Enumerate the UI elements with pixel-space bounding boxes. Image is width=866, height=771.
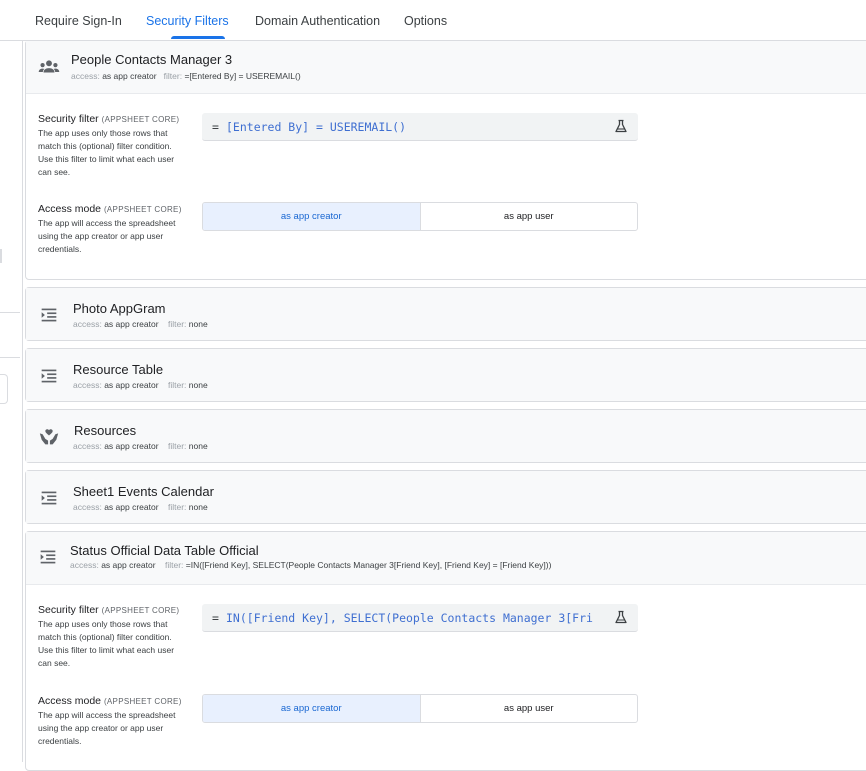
security-filter-label: Security filter (APPSHEET CORE) bbox=[38, 113, 180, 125]
table-panel-people-contacts-manager-3: People Contacts Manager 3 access: as app… bbox=[25, 40, 866, 280]
table-panel-header: Resource Table access: as app creator fi… bbox=[26, 349, 866, 401]
access-value: as app creator bbox=[104, 441, 159, 451]
access-mode-description: The app will access the spreadsheet usin… bbox=[38, 710, 176, 746]
access-key: access: bbox=[73, 380, 102, 390]
security-filter-description: The app uses only those rows that match … bbox=[38, 128, 175, 177]
formula-prefix: = bbox=[212, 120, 219, 134]
security-filter-label: Security filter (APPSHEET CORE) bbox=[38, 604, 180, 616]
as-app-user-option[interactable]: as app user bbox=[421, 203, 638, 230]
security-filter-description: The app uses only those rows that match … bbox=[38, 619, 175, 668]
filter-value: =IN([Friend Key], SELECT(People Contacts… bbox=[185, 560, 552, 570]
table-title: Status Official Data Table Official bbox=[70, 543, 259, 558]
as-app-creator-option[interactable]: as app creator bbox=[203, 203, 421, 230]
left-rail-edge bbox=[0, 249, 2, 263]
table-meta: access: as app creator filter: none bbox=[73, 441, 208, 451]
filter-value: =[Entered By] = USEREMAIL() bbox=[184, 71, 301, 81]
filter-key: filter: bbox=[168, 380, 187, 390]
formula-expression: IN([Friend Key], SELECT(People Contacts … bbox=[226, 611, 593, 625]
formula-expression: [Entered By] = USEREMAIL() bbox=[226, 120, 407, 134]
table-panel-resource-table[interactable]: Resource Table access: as app creator fi… bbox=[25, 348, 866, 402]
table-panel-photo-appgram[interactable]: Photo AppGram access: as app creator fil… bbox=[25, 287, 866, 341]
tab-security-filters[interactable]: Security Filters bbox=[146, 14, 229, 28]
table-panel-header: Photo AppGram access: as app creator fil… bbox=[26, 288, 866, 340]
access-key: access: bbox=[73, 441, 102, 451]
left-rail-collapsed-control[interactable] bbox=[0, 374, 8, 404]
tab-domain-authentication[interactable]: Domain Authentication bbox=[255, 14, 380, 28]
access-value: as app creator bbox=[102, 71, 157, 81]
tab-bar: Require Sign-In Security Filters Domain … bbox=[0, 0, 866, 41]
left-rail-divider bbox=[0, 312, 20, 313]
table-panel-header[interactable]: People Contacts Manager 3 access: as app… bbox=[26, 41, 866, 94]
left-rail-divider bbox=[0, 357, 20, 358]
flask-icon[interactable] bbox=[614, 119, 628, 133]
table-meta: access: as app creator filter: =IN([Frie… bbox=[70, 560, 551, 570]
access-value: as app creator bbox=[104, 380, 159, 390]
table-title: Resources bbox=[74, 423, 137, 438]
list-indent-icon bbox=[38, 304, 60, 326]
table-meta: access: as app creator filter: none bbox=[73, 319, 208, 329]
table-panel-header[interactable]: Status Official Data Table Official acce… bbox=[26, 532, 866, 585]
filter-key: filter: bbox=[165, 560, 184, 570]
table-title: Photo AppGram bbox=[73, 301, 166, 316]
filter-key: filter: bbox=[168, 502, 187, 512]
left-rail-border bbox=[22, 40, 23, 762]
filter-value: none bbox=[188, 502, 208, 512]
filter-key: filter: bbox=[168, 441, 187, 451]
access-key: access: bbox=[73, 502, 102, 512]
access-value: as app creator bbox=[104, 502, 159, 512]
access-mode-toggle: as app creator as app user bbox=[202, 694, 638, 723]
access-mode-toggle: as app creator as app user bbox=[202, 202, 638, 231]
tab-options[interactable]: Options bbox=[404, 14, 447, 28]
access-mode-label: Access mode (APPSHEET CORE) bbox=[38, 203, 182, 215]
as-app-creator-option[interactable]: as app creator bbox=[203, 695, 421, 722]
security-filter-input[interactable]: = IN([Friend Key], SELECT(People Contact… bbox=[202, 604, 638, 632]
filter-key: filter: bbox=[163, 71, 183, 81]
table-meta: access: as app creator filter: none bbox=[73, 380, 208, 390]
table-panel-status-official-data-table-official: Status Official Data Table Official acce… bbox=[25, 531, 866, 771]
table-panel-header: Resources access: as app creator filter:… bbox=[26, 410, 866, 462]
table-title: Sheet1 Events Calendar bbox=[73, 484, 214, 499]
filter-value: none bbox=[188, 380, 208, 390]
table-title: Resource Table bbox=[73, 362, 164, 377]
access-value: as app creator bbox=[104, 319, 159, 329]
table-panel-header: Sheet1 Events Calendar access: as app cr… bbox=[26, 471, 866, 523]
table-panel-resources[interactable]: Resources access: as app creator filter:… bbox=[25, 409, 866, 463]
access-key: access: bbox=[73, 319, 102, 329]
list-indent-icon bbox=[38, 487, 60, 509]
flask-icon[interactable] bbox=[614, 610, 628, 624]
access-value: as app creator bbox=[101, 560, 156, 570]
filter-value: none bbox=[188, 441, 208, 451]
table-meta: access: as app creator filter: =[Entered… bbox=[71, 71, 301, 81]
access-mode-description: The app will access the spreadsheet usin… bbox=[38, 218, 176, 254]
table-panel-sheet1-events-calendar[interactable]: Sheet1 Events Calendar access: as app cr… bbox=[25, 470, 866, 524]
people-icon bbox=[38, 56, 60, 78]
list-indent-icon bbox=[37, 546, 59, 568]
access-key: access: bbox=[70, 560, 99, 570]
table-meta: access: as app creator filter: none bbox=[73, 502, 208, 512]
security-filter-input[interactable]: = [Entered By] = USEREMAIL() bbox=[202, 113, 638, 141]
filter-value: none bbox=[188, 319, 208, 329]
access-key: access: bbox=[71, 71, 100, 81]
formula-prefix: = bbox=[212, 611, 219, 625]
hands-heart-icon bbox=[38, 426, 60, 448]
table-title: People Contacts Manager 3 bbox=[71, 52, 233, 67]
filter-key: filter: bbox=[168, 319, 187, 329]
tab-require-sign-in[interactable]: Require Sign-In bbox=[35, 14, 122, 28]
as-app-user-option[interactable]: as app user bbox=[421, 695, 638, 722]
access-mode-label: Access mode (APPSHEET CORE) bbox=[38, 695, 182, 707]
active-tab-indicator bbox=[171, 36, 225, 39]
list-indent-icon bbox=[38, 365, 60, 387]
